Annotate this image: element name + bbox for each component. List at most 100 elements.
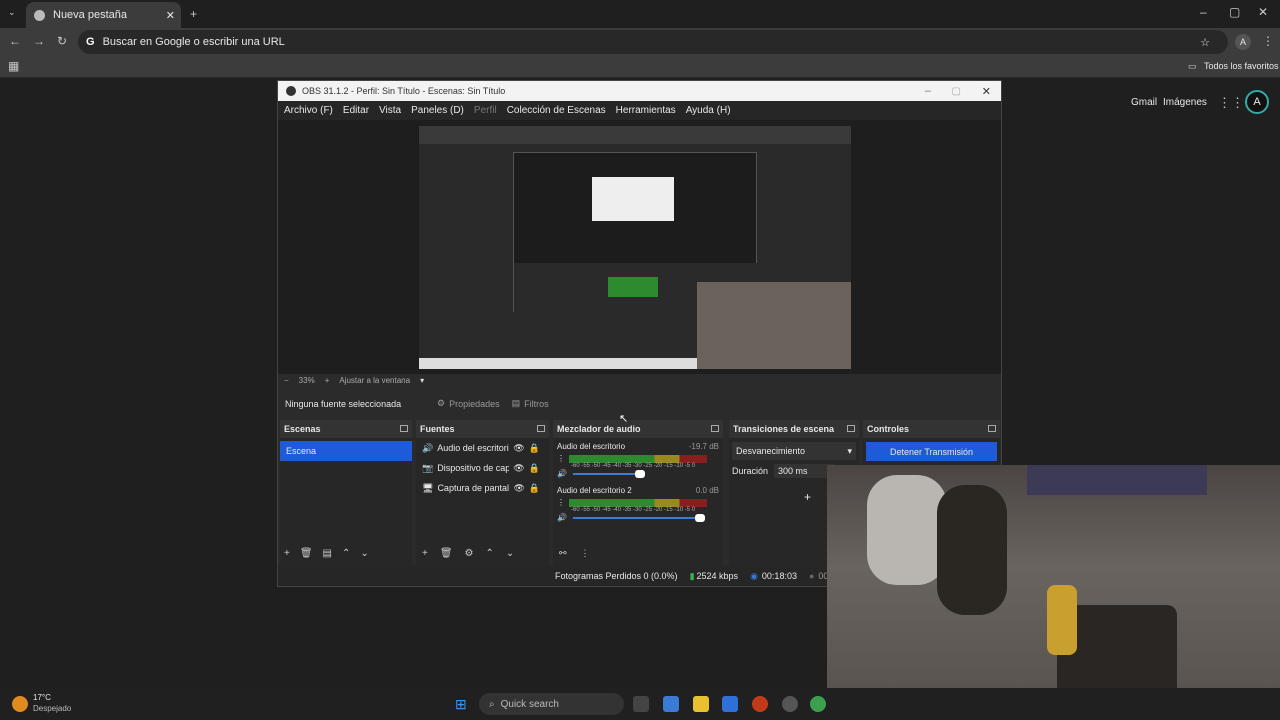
add-icon[interactable]: + (284, 548, 290, 559)
minimize-icon[interactable]: – (1200, 5, 1207, 19)
bookmarks-all[interactable]: Todos los favoritos (1204, 61, 1279, 71)
windows-start-icon[interactable]: ⊞ (455, 696, 467, 713)
ntp-profile-avatar[interactable]: A (1245, 90, 1269, 114)
zoom-out-icon[interactable]: − (284, 376, 289, 385)
up-icon[interactable]: ⌃ (486, 548, 494, 559)
apps-grid-icon[interactable]: ▦ (8, 59, 19, 73)
obs-close-icon[interactable]: ✕ (982, 85, 991, 98)
menu-coleccion[interactable]: Colección de Escenas (507, 105, 606, 116)
chrome-icon[interactable] (810, 696, 826, 712)
trash-icon[interactable]: 🗑 (440, 548, 453, 559)
copilot-icon[interactable] (663, 696, 679, 712)
volume-handle[interactable] (694, 513, 705, 522)
down-icon[interactable]: ⌄ (506, 548, 514, 559)
add-icon[interactable]: + (804, 490, 811, 504)
file-explorer-icon[interactable] (693, 696, 709, 712)
down-icon[interactable]: ⌄ (360, 548, 368, 559)
zoom-in-icon[interactable]: + (325, 376, 330, 385)
dock-icon[interactable] (400, 425, 408, 432)
images-link[interactable]: Imágenes (1163, 97, 1207, 108)
dropped-frames: Fotogramas Perdidos 0 (0.0%) (555, 571, 678, 581)
back-icon[interactable]: ← (9, 34, 21, 48)
menu-archivo[interactable]: Archivo (F) (284, 105, 333, 116)
add-icon[interactable]: + (422, 548, 428, 559)
forward-icon[interactable]: → (33, 34, 45, 48)
filters-button[interactable]: ▤ Filtros (512, 398, 549, 409)
lock-icon[interactable]: 🔒 (529, 463, 540, 474)
eye-icon[interactable]: 👁 (513, 443, 524, 454)
firefox-icon[interactable] (752, 696, 768, 712)
obs-title-bar: OBS 31.1.2 - Perfil: Sin Título - Escena… (278, 81, 1001, 101)
menu-paneles[interactable]: Paneles (D) (411, 105, 464, 116)
camera-poster (1027, 465, 1207, 495)
tab-new-tab[interactable]: Nueva pestaña ✕ (26, 2, 181, 28)
obs-logo-icon (286, 86, 296, 96)
close-icon[interactable]: ✕ (1258, 5, 1268, 19)
speaker-icon[interactable]: 🔊 (557, 469, 567, 478)
gear-icon: ⚙ (437, 398, 446, 408)
menu-vista[interactable]: Vista (379, 105, 401, 116)
volume-slider[interactable] (572, 469, 645, 478)
transition-value: Desvanecimiento (736, 446, 806, 456)
menu-editar[interactable]: Editar (343, 105, 369, 116)
more-icon[interactable]: ⋮ (557, 454, 565, 463)
google-apps-icon[interactable]: ⋮⋮ (1218, 95, 1244, 111)
up-icon[interactable]: ⌃ (342, 548, 350, 559)
menu-perfil[interactable]: Perfil (474, 105, 497, 116)
program-preview[interactable] (419, 126, 851, 369)
more-icon[interactable]: ⋮ (581, 548, 590, 559)
link-icon[interactable]: ⚯ (559, 548, 567, 559)
dock-icon[interactable] (847, 425, 855, 432)
close-tab-icon[interactable]: ✕ (166, 9, 175, 22)
new-tab-icon[interactable]: + (190, 7, 197, 21)
properties-button[interactable]: ⚙ Propiedades (437, 398, 500, 409)
duration-input[interactable]: 300 ms (774, 464, 835, 478)
source-item[interactable]: 🖥 Captura de pantalla 👁 🔒 (416, 478, 549, 498)
dock-icon[interactable] (711, 425, 719, 432)
transition-select[interactable]: Desvanecimiento ▾ (732, 442, 856, 460)
source-item[interactable]: 📷Dispositivo de captura👁 🔒 (416, 458, 549, 478)
taskbar-search[interactable]: ⌕ Quick search (479, 693, 624, 715)
maximize-icon[interactable]: ▢ (1229, 5, 1240, 19)
obs-minimize-icon[interactable]: – (925, 85, 931, 97)
bookmark-star-icon[interactable]: ☆ (1200, 36, 1210, 49)
eye-icon[interactable]: 👁 (513, 463, 524, 474)
filter-icon: ▤ (511, 398, 521, 408)
reload-icon[interactable]: ↻ (57, 34, 67, 48)
zoom-dropdown-icon[interactable]: ▾ (420, 376, 424, 385)
obs-icon[interactable] (782, 696, 798, 712)
menu-icon[interactable]: ⋮ (1262, 34, 1274, 48)
record-icon: ● (808, 571, 815, 581)
speaker-icon[interactable]: 🔊 (557, 513, 567, 522)
dock-icon[interactable] (537, 425, 545, 432)
obs-maximize-icon[interactable]: ▢ (952, 86, 961, 97)
tab-list-icon[interactable]: ⌄ (8, 7, 16, 18)
fit-to-window[interactable]: Ajustar a la ventana (339, 376, 410, 385)
menu-herramientas[interactable]: Herramientas (616, 105, 676, 116)
menu-ayuda[interactable]: Ayuda (H) (686, 105, 731, 116)
duration-label: Duración (732, 466, 769, 476)
volume-handle[interactable] (634, 469, 645, 478)
controls-header: Controles (863, 420, 1000, 438)
scene-item[interactable]: Escena (280, 441, 412, 461)
gear-icon[interactable]: ⚙ (465, 548, 474, 559)
volume-slider[interactable] (572, 513, 705, 522)
more-icon[interactable]: ⋮ (557, 498, 565, 507)
eye-icon[interactable]: 👁 (513, 483, 524, 494)
task-view-icon[interactable] (633, 696, 649, 712)
dock-icon[interactable] (988, 425, 996, 432)
folder-icon: ▭ (1188, 61, 1197, 71)
lock-icon[interactable]: 🔒 (529, 483, 540, 494)
filter-icon[interactable]: ▤ (323, 548, 332, 559)
gmail-link[interactable]: Gmail (1131, 97, 1157, 108)
address-bar[interactable]: G Buscar en Google o escribir una URL ☆ (78, 30, 1228, 54)
lock-icon[interactable]: 🔒 (529, 443, 540, 454)
source-label: Captura de pantalla (437, 483, 510, 493)
trash-icon[interactable]: 🗑 (300, 548, 313, 559)
channel-db: -19.7 dB (688, 442, 719, 451)
profile-avatar[interactable]: A (1235, 34, 1251, 50)
source-item[interactable]: 🔊 Audio del escritorio 👁 🔒 (416, 438, 549, 458)
stop-streaming-button[interactable]: Detener Transmisión (866, 442, 997, 461)
weather-icon[interactable] (12, 696, 28, 712)
security-icon[interactable] (722, 696, 738, 712)
